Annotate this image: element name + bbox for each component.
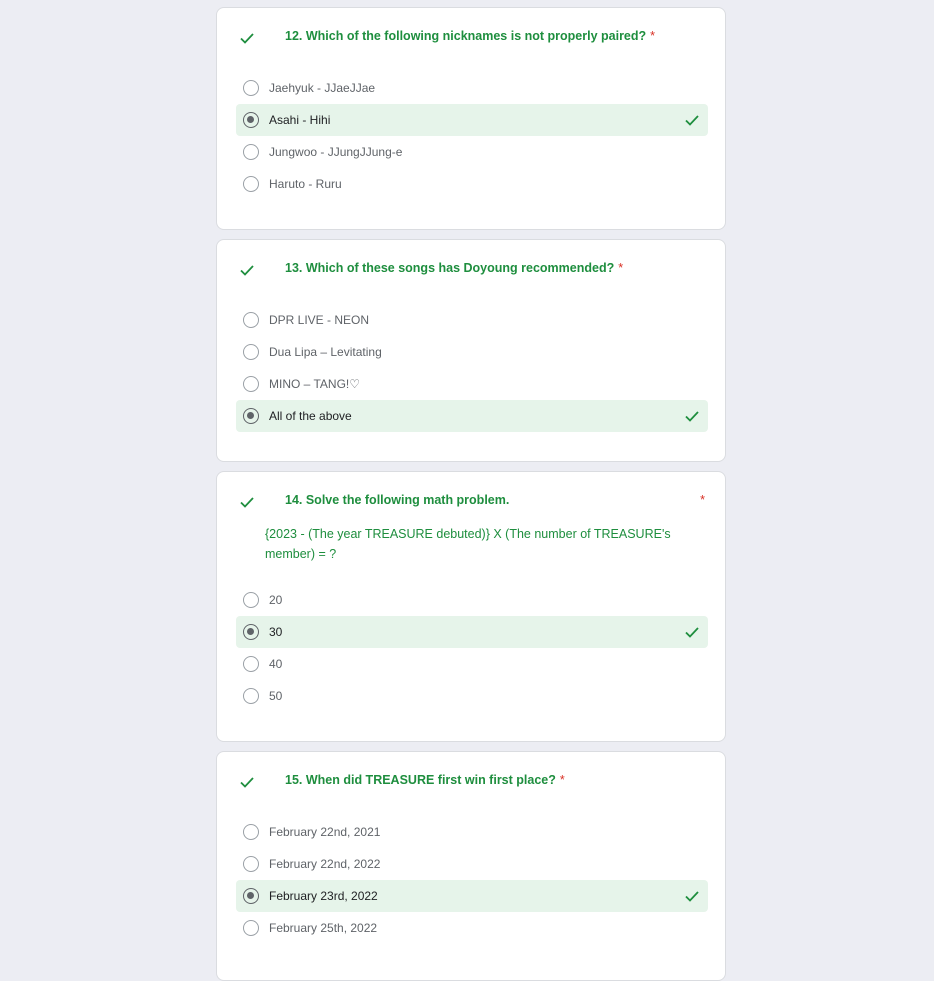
option-haruto[interactable]: Haruto - Ruru bbox=[236, 168, 708, 200]
option-label: 30 bbox=[269, 625, 283, 639]
check-icon bbox=[240, 497, 254, 508]
radio-button-selected[interactable] bbox=[243, 888, 259, 904]
question-card-15: 15. When did TREASURE first win first pl… bbox=[216, 751, 726, 981]
required-asterisk: * bbox=[650, 29, 656, 43]
option-feb-22-2021[interactable]: February 22nd, 2021 bbox=[236, 816, 708, 848]
radio-button-selected[interactable] bbox=[243, 624, 259, 640]
radio-button[interactable] bbox=[243, 856, 259, 872]
option-asahi[interactable]: Asahi - Hihi bbox=[236, 104, 708, 136]
option-feb-25-2022[interactable]: February 25th, 2022 bbox=[236, 912, 708, 944]
option-all-of-the-above[interactable]: All of the above bbox=[236, 400, 708, 432]
option-feb-22-2022[interactable]: February 22nd, 2022 bbox=[236, 848, 708, 880]
radio-button[interactable] bbox=[243, 688, 259, 704]
option-feb-23-2022[interactable]: February 23rd, 2022 bbox=[236, 880, 708, 912]
option-label: All of the above bbox=[269, 409, 352, 423]
correct-check-icon bbox=[685, 411, 699, 422]
correct-check-icon bbox=[685, 891, 699, 902]
option-jungwoo[interactable]: Jungwoo - JJungJJung-e bbox=[236, 136, 708, 168]
radio-button[interactable] bbox=[243, 592, 259, 608]
radio-button[interactable] bbox=[243, 344, 259, 360]
required-asterisk: * bbox=[559, 773, 565, 787]
option-40[interactable]: 40 bbox=[236, 648, 708, 680]
radio-button[interactable] bbox=[243, 376, 259, 392]
check-icon bbox=[240, 265, 254, 276]
question-header: 14. Solve the following math problem. * bbox=[237, 492, 705, 512]
correct-check-icon bbox=[685, 115, 699, 126]
radio-button[interactable] bbox=[243, 920, 259, 936]
correct-check-icon bbox=[685, 627, 699, 638]
option-label: Asahi - Hihi bbox=[269, 113, 331, 127]
option-jaehyuk[interactable]: Jaehyuk - JJaeJJae bbox=[236, 72, 708, 104]
question-header: 15. When did TREASURE first win first pl… bbox=[237, 772, 705, 792]
question-card-14: 14. Solve the following math problem. * … bbox=[216, 471, 726, 742]
option-label: 40 bbox=[269, 657, 283, 671]
option-label: DPR LIVE - NEON bbox=[269, 313, 370, 327]
question-title: 12. Which of the following nicknames is … bbox=[285, 29, 656, 43]
option-label: Jaehyuk - JJaeJJae bbox=[269, 81, 376, 95]
question-title: 15. When did TREASURE first win first pl… bbox=[285, 773, 565, 787]
radio-button[interactable] bbox=[243, 824, 259, 840]
question-header: 12. Which of the following nicknames is … bbox=[237, 28, 705, 48]
question-header: 13. Which of these songs has Doyoung rec… bbox=[237, 260, 705, 280]
option-30[interactable]: 30 bbox=[236, 616, 708, 648]
question-card-13: 13. Which of these songs has Doyoung rec… bbox=[216, 239, 726, 462]
check-icon bbox=[240, 777, 254, 788]
radio-button[interactable] bbox=[243, 312, 259, 328]
question-title: 14. Solve the following math problem. bbox=[285, 493, 510, 507]
option-label: February 25th, 2022 bbox=[269, 921, 378, 935]
option-label: Jungwoo - JJungJJung-e bbox=[269, 145, 403, 159]
check-icon bbox=[240, 33, 254, 44]
required-asterisk: * bbox=[618, 261, 624, 275]
option-label: February 23rd, 2022 bbox=[269, 889, 378, 903]
radio-button[interactable] bbox=[243, 656, 259, 672]
option-dpr-live[interactable]: DPR LIVE - NEON bbox=[236, 304, 708, 336]
radio-button-selected[interactable] bbox=[243, 112, 259, 128]
option-20[interactable]: 20 bbox=[236, 584, 708, 616]
radio-button[interactable] bbox=[243, 80, 259, 96]
question-card-12: 12. Which of the following nicknames is … bbox=[216, 7, 726, 230]
option-label: 50 bbox=[269, 689, 283, 703]
option-label: February 22nd, 2021 bbox=[269, 825, 381, 839]
option-label: 20 bbox=[269, 593, 283, 607]
question-description: {2023 - (The year TREASURE debuted)} X (… bbox=[265, 527, 671, 561]
option-dua-lipa[interactable]: Dua Lipa – Levitating bbox=[236, 336, 708, 368]
option-label: Haruto - Ruru bbox=[269, 177, 342, 191]
option-label: MINO – TANG!♡ bbox=[269, 377, 360, 391]
radio-button[interactable] bbox=[243, 176, 259, 192]
option-label: Dua Lipa – Levitating bbox=[269, 345, 382, 359]
radio-button[interactable] bbox=[243, 144, 259, 160]
option-label: February 22nd, 2022 bbox=[269, 857, 381, 871]
required-asterisk: * bbox=[700, 493, 705, 507]
option-mino[interactable]: MINO – TANG!♡ bbox=[236, 368, 708, 400]
option-50[interactable]: 50 bbox=[236, 680, 708, 712]
radio-button-selected[interactable] bbox=[243, 408, 259, 424]
question-title: 13. Which of these songs has Doyoung rec… bbox=[285, 261, 624, 275]
